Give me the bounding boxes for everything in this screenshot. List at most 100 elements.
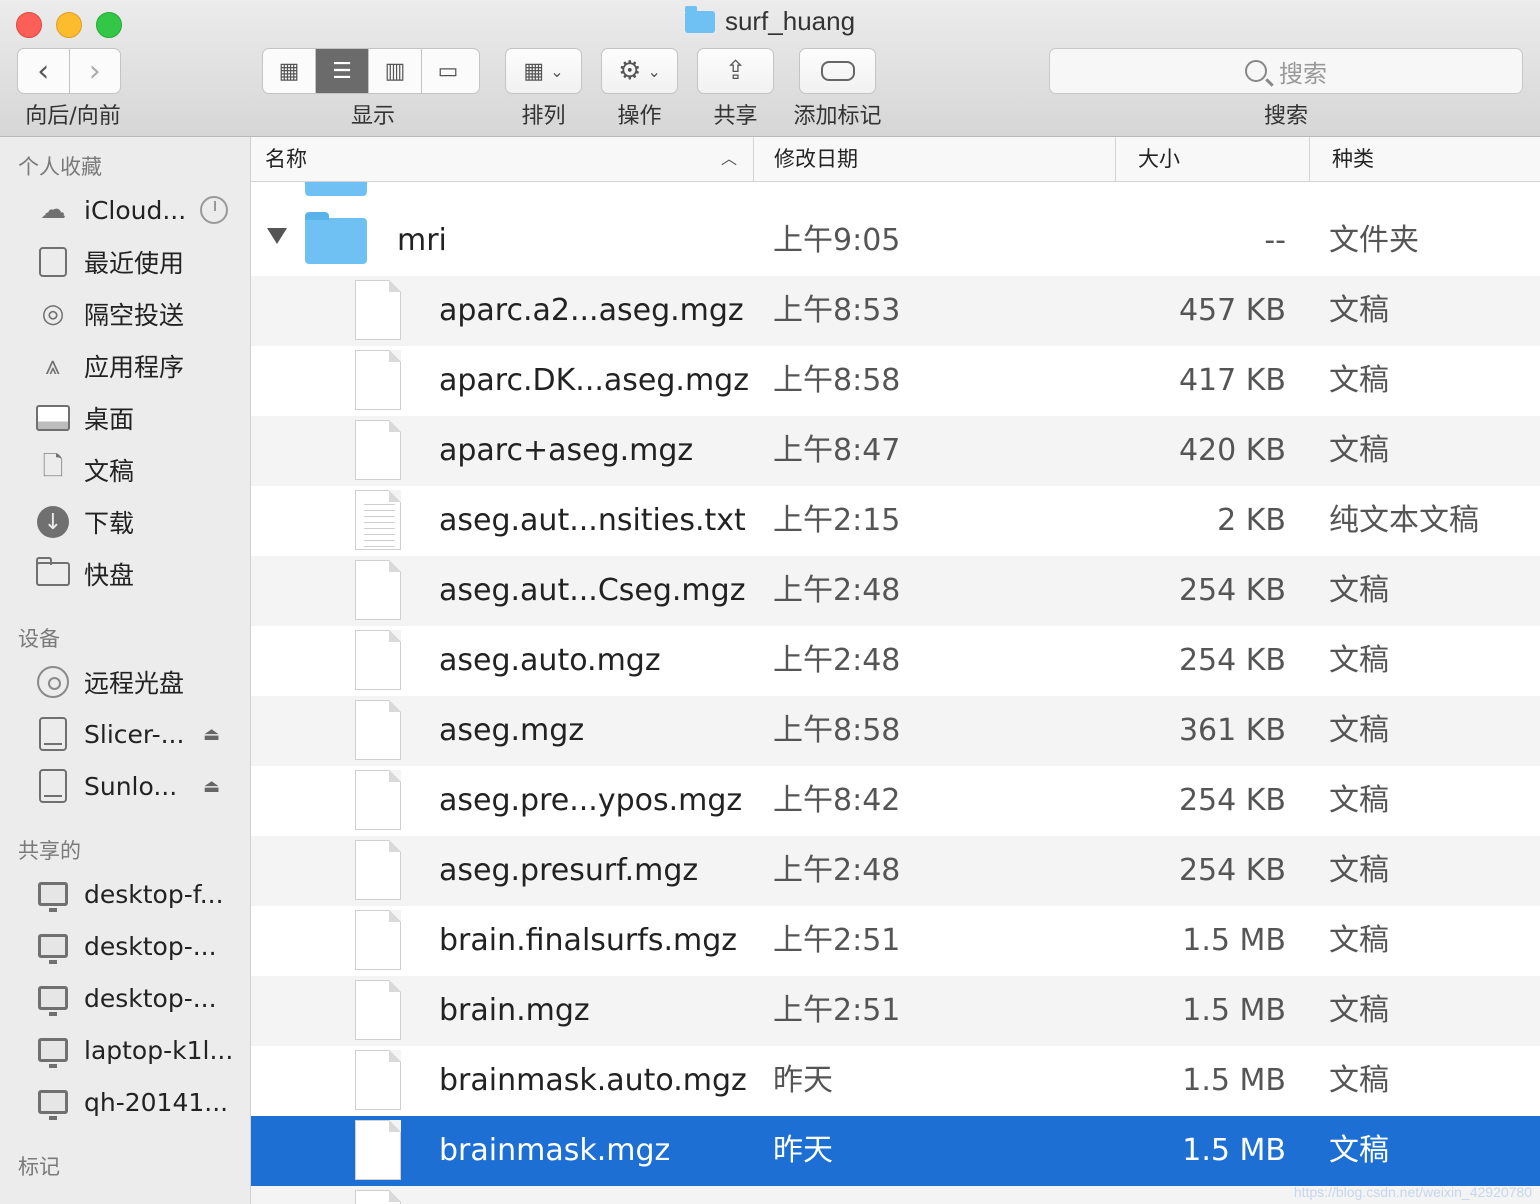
action-button[interactable]: ⚙ ⌄ — [601, 48, 678, 94]
file-row[interactable]: brainmask.auto.mgz 昨天 1.5 MB 文稿 — [251, 1046, 1540, 1116]
share-icon: ⇪ — [724, 56, 747, 86]
sidebar-item-applications[interactable]: ⩓ 应用程序 — [34, 344, 244, 388]
share-label: 共享 — [713, 104, 758, 129]
file-size: 2 KB — [1217, 503, 1286, 538]
sidebar-item-shared-5[interactable]: qh-20141... — [34, 1080, 244, 1124]
sidebar-item-shared-2[interactable]: desktop-... — [34, 924, 244, 968]
file-name: aseg.auto.mgz — [439, 643, 661, 678]
search-label: 搜索 — [1263, 104, 1308, 129]
action-label: 操作 — [617, 104, 662, 129]
share-button[interactable]: ⇪ — [697, 48, 774, 94]
file-row[interactable]: aseg.pre...ypos.mgz 上午8:42 254 KB 文稿 — [251, 766, 1540, 836]
file-date: 上午2:15 — [773, 503, 901, 538]
disclosure-triangle-icon[interactable] — [267, 228, 287, 244]
sidebar-item-airdrop[interactable]: ◎ 隔空投送 — [34, 292, 244, 336]
column-header-date-label: 修改日期 — [774, 147, 858, 171]
downloads-icon: ↓ — [34, 505, 72, 539]
file-kind: 文稿 — [1329, 783, 1389, 818]
sidebar-item-label: 桌面 — [84, 405, 135, 434]
recents-icon — [34, 245, 72, 279]
search-input[interactable]: 搜索 — [1049, 48, 1523, 94]
file-row[interactable]: aseg.auto.mgz 上午2:48 254 KB 文稿 — [251, 626, 1540, 696]
file-name: brainmask.mgz — [439, 1133, 671, 1168]
folder-icon — [34, 557, 72, 591]
file-kind: 文稿 — [1329, 433, 1389, 468]
sidebar-item-label: 快盘 — [84, 561, 135, 590]
eject-icon[interactable]: ⏏ — [203, 776, 220, 797]
gallery-icon: ▭ — [437, 58, 459, 84]
file-list: mri 上午9:05 -- 文件夹 aparc.a2...aseg.mgz 上午… — [251, 182, 1540, 1204]
file-name: aseg.mgz — [439, 713, 585, 748]
file-row-partial[interactable] — [251, 182, 1540, 206]
arrange-grid-icon: ▦ — [523, 58, 545, 84]
sidebar-item-label: 下载 — [84, 509, 135, 538]
sidebar-item-sunlogin[interactable]: Sunlo... ⏏ — [34, 764, 244, 808]
file-date: 上午8:42 — [773, 783, 901, 818]
folder-icon — [684, 6, 715, 33]
sidebar-item-kuaipan[interactable]: 快盘 — [34, 552, 244, 596]
document-icon — [355, 1120, 401, 1180]
sidebar-item-icloud[interactable]: ☁ iCloud... — [34, 188, 244, 232]
forward-button[interactable]: › — [70, 49, 121, 93]
sidebar-item-recents[interactable]: 最近使用 — [34, 240, 244, 284]
sidebar-item-label: desktop-f... — [84, 879, 224, 909]
text-document-icon — [355, 490, 401, 550]
file-row[interactable]: aseg.aut...Cseg.mgz 上午2:48 254 KB 文稿 — [251, 556, 1540, 626]
file-date: 上午2:48 — [773, 853, 901, 888]
sidebar-item-shared-1[interactable]: desktop-f... — [34, 872, 244, 916]
icon-view-button[interactable]: ▦ — [263, 49, 316, 93]
file-size: 361 KB — [1178, 713, 1286, 748]
search-placeholder: 搜索 — [1279, 59, 1327, 88]
arrange-button[interactable]: ▦ ⌄ — [505, 48, 582, 94]
sidebar-item-slicer[interactable]: Slicer-... ⏏ — [34, 712, 244, 756]
sidebar-item-remote-disc[interactable]: 远程光盘 — [34, 660, 244, 704]
file-row[interactable]: brain.finalsurfs.mgz 上午2:51 1.5 MB 文稿 — [251, 906, 1540, 976]
sidebar-item-shared-4[interactable]: laptop-k1l... — [34, 1028, 244, 1072]
watermark: https://blog.csdn.net/weixin_42920780 — [1293, 1184, 1532, 1200]
file-row[interactable]: aseg.aut...nsities.txt 上午2:15 2 KB 纯文本文稿 — [251, 486, 1540, 556]
cloud-icon: ☁ — [40, 195, 66, 225]
progress-icon — [200, 196, 228, 224]
file-date: 上午8:58 — [773, 363, 901, 398]
file-kind: 文件夹 — [1329, 223, 1419, 258]
tags-label: 添加标记 — [793, 104, 882, 129]
sidebar-item-shared-3[interactable]: desktop-... — [34, 976, 244, 1020]
window-title-text: surf_huang — [724, 6, 856, 36]
add-tags-button[interactable] — [799, 48, 876, 94]
back-button[interactable]: ‹ — [18, 49, 70, 93]
column-header-kind[interactable]: 种类 — [1310, 137, 1540, 181]
file-row[interactable]: aparc.a2...aseg.mgz 上午8:53 457 KB 文稿 — [251, 276, 1540, 346]
file-row[interactable]: aseg.mgz 上午8:58 361 KB 文稿 — [251, 696, 1540, 766]
column-header-date[interactable]: 修改日期 — [754, 137, 1116, 181]
gallery-view-button[interactable]: ▭ — [422, 49, 474, 93]
column-header-size[interactable]: 大小 — [1116, 137, 1310, 181]
sidebar-item-documents[interactable]: 🗋 文稿 — [34, 448, 244, 492]
file-row[interactable]: aseg.presurf.mgz 上午2:48 254 KB 文稿 — [251, 836, 1540, 906]
file-kind: 文稿 — [1329, 573, 1389, 608]
eject-icon[interactable]: ⏏ — [203, 724, 220, 745]
file-name: brainmask.auto.mgz — [439, 1063, 747, 1098]
column-view-button[interactable]: ▥ — [369, 49, 422, 93]
sidebar-section-favorites: 个人收藏 — [18, 155, 102, 179]
sidebar: 个人收藏 ☁ iCloud... 最近使用 ◎ 隔空投送 ⩓ 应用程序 桌面 🗋… — [0, 137, 251, 1204]
sidebar-item-desktop[interactable]: 桌面 — [34, 396, 244, 440]
file-date: 上午2:51 — [773, 993, 901, 1028]
file-name: brain.finalsurfs.mgz — [439, 923, 737, 958]
file-row[interactable]: brain.mgz 上午2:51 1.5 MB 文稿 — [251, 976, 1540, 1046]
file-size: 1.5 MB — [1182, 1063, 1286, 1098]
file-row-selected[interactable]: brainmask.mgz 昨天 1.5 MB 文稿 — [251, 1116, 1540, 1186]
list-view-button[interactable]: ☰ — [316, 49, 369, 93]
file-row[interactable]: aparc+aseg.mgz 上午8:47 420 KB 文稿 — [251, 416, 1540, 486]
file-date: 上午8:47 — [773, 433, 901, 468]
sidebar-item-label: desktop-... — [84, 983, 217, 1013]
file-date: 上午2:51 — [773, 923, 901, 958]
list-icon: ☰ — [332, 58, 352, 84]
folder-row-mri[interactable]: mri 上午9:05 -- 文件夹 — [251, 206, 1540, 276]
sidebar-item-downloads[interactable]: ↓ 下载 — [34, 500, 244, 544]
file-kind: 文稿 — [1329, 713, 1389, 748]
column-header-name[interactable]: 名称 ︿ — [251, 137, 754, 181]
sidebar-item-label: desktop-... — [84, 931, 217, 961]
file-size: 254 KB — [1178, 783, 1286, 818]
file-row[interactable]: aparc.DK...aseg.mgz 上午8:58 417 KB 文稿 — [251, 346, 1540, 416]
sidebar-item-label: 最近使用 — [84, 249, 185, 278]
